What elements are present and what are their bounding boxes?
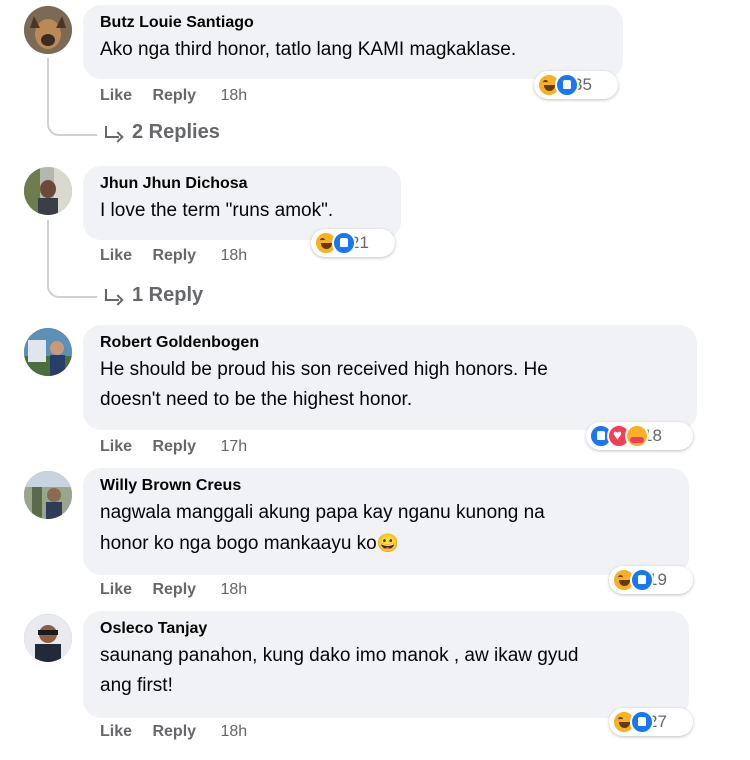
- comment-actions: Like Reply 18h: [100, 581, 263, 599]
- reply-arrow-icon: [104, 125, 122, 140]
- comment-text: I love the term "runs amok".: [100, 200, 334, 221]
- like-icon: [630, 568, 654, 592]
- comment-author[interactable]: Robert Goldenbogen: [100, 333, 683, 353]
- reply-button[interactable]: Reply: [152, 581, 196, 598]
- comment-author[interactable]: Jhun Jhun Dichosa: [100, 174, 387, 194]
- like-button[interactable]: Like: [100, 87, 132, 104]
- comment-actions: Like Reply 18h: [100, 247, 263, 265]
- thread-line: [47, 58, 97, 136]
- comment-actions: Like Reply 18h: [100, 87, 263, 105]
- avatar[interactable]: [24, 328, 72, 376]
- reaction-summary[interactable]: 27: [609, 708, 693, 736]
- reply-arrow-icon: [104, 288, 122, 303]
- comment-bubble: Willy Brown Creus nagwala manggali akung…: [83, 468, 689, 575]
- like-icon: [630, 710, 654, 734]
- comment-text: He should be proud his son received high…: [100, 355, 683, 415]
- replies-count: 1 Reply: [132, 284, 204, 306]
- comment-bubble: Robert Goldenbogen He should be proud hi…: [83, 325, 697, 430]
- reaction-summary[interactable]: 19: [609, 566, 693, 594]
- reply-button[interactable]: Reply: [152, 247, 196, 264]
- like-button[interactable]: Like: [100, 247, 132, 264]
- comment-line-text: honor ko nga bogo mankaayu ko: [100, 533, 377, 554]
- comment-bubble: Osleco Tanjay saunang panahon, kung dako…: [83, 611, 689, 718]
- comment-author[interactable]: Willy Brown Creus: [100, 476, 675, 496]
- comment-line: ang first!: [100, 675, 173, 696]
- reply-button[interactable]: Reply: [152, 723, 196, 740]
- reaction-summary[interactable]: 18: [586, 422, 693, 450]
- reaction-summary[interactable]: 35: [534, 71, 618, 99]
- reply-button[interactable]: Reply: [152, 87, 196, 104]
- comment-actions: Like Reply 18h: [100, 723, 263, 741]
- comment-timestamp[interactable]: 18h: [221, 247, 248, 264]
- comment-line: doesn't need to be the highest honor.: [100, 389, 413, 410]
- replies-count: 2 Replies: [132, 121, 220, 143]
- reaction-summary[interactable]: 21: [311, 229, 395, 257]
- grinning-emoji-icon: 😀: [376, 533, 400, 553]
- reply-button[interactable]: Reply: [152, 438, 196, 455]
- comment-author[interactable]: Osleco Tanjay: [100, 619, 675, 639]
- comment-line: nagwala manggali akung papa kay nganu ku…: [100, 502, 545, 523]
- like-icon: [555, 73, 579, 97]
- like-button[interactable]: Like: [100, 438, 132, 455]
- comment-timestamp[interactable]: 17h: [221, 438, 248, 455]
- avatar[interactable]: [24, 614, 72, 662]
- comment-line: saunang panahon, kung dako imo manok , a…: [100, 645, 579, 666]
- like-icon: [332, 231, 356, 255]
- comment-timestamp[interactable]: 18h: [221, 723, 248, 740]
- comment-actions: Like Reply 17h: [100, 438, 263, 456]
- view-replies-link[interactable]: 1 Reply: [104, 284, 203, 307]
- view-replies-link[interactable]: 2 Replies: [104, 121, 220, 144]
- comment-text: Ako nga third honor, tatlo lang KAMI mag…: [100, 39, 517, 60]
- comment-text: nagwala manggali akung papa kay nganu ku…: [100, 498, 675, 559]
- care-icon: [625, 424, 649, 448]
- avatar[interactable]: [24, 471, 72, 519]
- thread-line: [47, 220, 97, 298]
- avatar[interactable]: [24, 6, 72, 54]
- comment-line: He should be proud his son received high…: [100, 359, 548, 380]
- comment-timestamp[interactable]: 18h: [221, 581, 248, 598]
- like-button[interactable]: Like: [100, 723, 132, 740]
- comment-author[interactable]: Butz Louie Santiago: [100, 13, 609, 33]
- comment-timestamp[interactable]: 18h: [221, 87, 248, 104]
- comment-line: honor ko nga bogo mankaayu ko😀: [100, 528, 675, 559]
- avatar[interactable]: [24, 167, 72, 215]
- comment-text: saunang panahon, kung dako imo manok , a…: [100, 641, 675, 701]
- like-button[interactable]: Like: [100, 581, 132, 598]
- comment-bubble: Butz Louie Santiago Ako nga third honor,…: [83, 5, 623, 79]
